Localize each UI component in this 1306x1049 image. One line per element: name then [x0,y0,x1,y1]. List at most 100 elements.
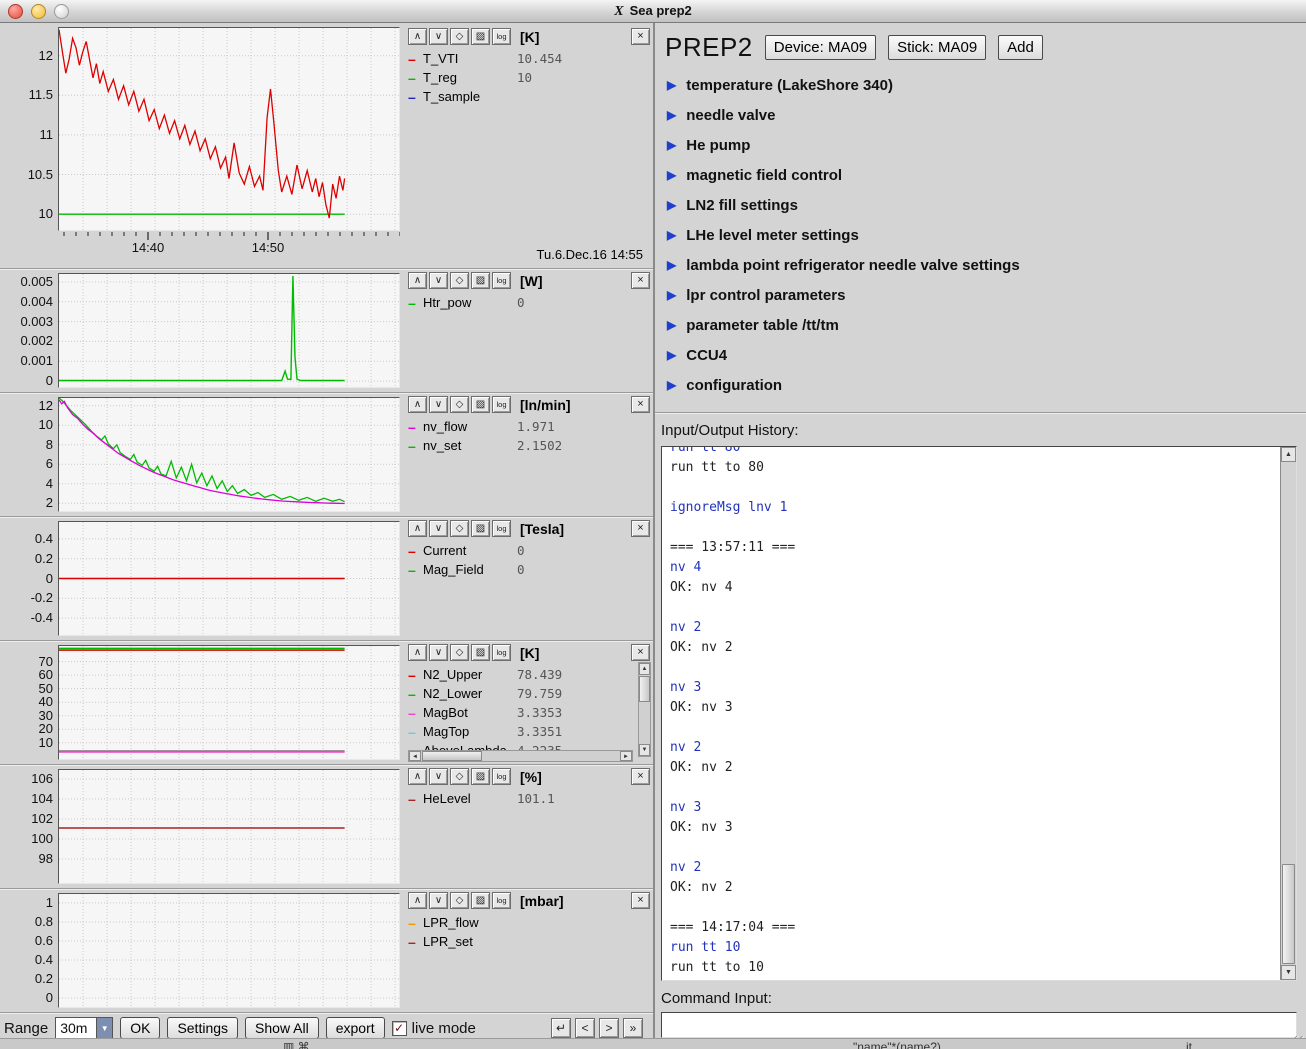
command-input[interactable] [662,1013,1296,1037]
step-forward-button[interactable]: > [599,1018,619,1038]
grid-options-button[interactable]: ▨ [471,768,490,785]
export-button[interactable]: export [326,1017,385,1039]
y-tick-label: 0.6 [35,933,53,948]
scrollbar-track[interactable] [421,751,620,761]
autoscale-button[interactable]: ◇ [450,272,469,289]
autoscale-button[interactable]: ◇ [450,396,469,413]
plot-area-lpr[interactable] [58,893,400,1008]
scrollbar-thumb[interactable] [1282,864,1295,964]
legend-scrollbar-horizontal[interactable]: ◄► [408,750,633,762]
plot-area-heater[interactable] [58,273,400,388]
jump-to-now-button[interactable]: ↵ [551,1018,571,1038]
legend-scrollbar-vertical[interactable]: ▲▼ [638,662,651,757]
add-button[interactable]: Add [998,35,1043,60]
scroll-up-arrow-icon[interactable]: ▲ [639,663,650,675]
plot-area-he-level[interactable] [58,769,400,884]
log-scale-button[interactable]: log [492,768,511,785]
scroll-up-button[interactable]: ∧ [408,892,427,909]
io-history-console[interactable]: run tt 80run tt to 80 ignoreMsg lnv 1 ==… [661,446,1297,981]
scroll-down-arrow-icon[interactable]: ▼ [1281,965,1296,980]
log-scale-button[interactable]: log [492,644,511,661]
tree-item-he-pump[interactable]: ▶He pump [667,130,1306,160]
scrollbar-thumb[interactable] [639,676,650,702]
plot-area-needle-valve[interactable] [58,397,400,512]
scrollbar-thumb[interactable] [422,751,482,761]
series-name: nv_flow [423,419,517,434]
scroll-down-arrow-icon[interactable]: ▼ [639,744,650,756]
chart-close-button[interactable]: × [631,520,650,537]
device-button[interactable]: Device: MA09 [765,35,876,60]
tree-item-ccu4[interactable]: ▶CCU4 [667,340,1306,370]
step-back-button[interactable]: < [575,1018,595,1038]
chevron-down-icon[interactable]: ▼ [96,1018,112,1038]
window-close-button[interactable] [8,4,23,19]
stick-button[interactable]: Stick: MA09 [888,35,986,60]
live-mode-checkbox[interactable]: ✓ [392,1021,407,1036]
console-line: OK: nv 4 [670,578,1280,598]
grid-options-button[interactable]: ▨ [471,892,490,909]
tree-item-lpr-control-parameters[interactable]: ▶lpr control parameters [667,280,1306,310]
scrollbar-track[interactable] [1281,462,1296,965]
log-scale-button[interactable]: log [492,520,511,537]
jump-to-end-button[interactable]: » [623,1018,643,1038]
tree-item-configuration[interactable]: ▶configuration [667,370,1306,400]
scroll-down-button[interactable]: ∨ [429,644,448,661]
grid-options-button[interactable]: ▨ [471,272,490,289]
scroll-up-button[interactable]: ∧ [408,520,427,537]
log-scale-button[interactable]: log [492,272,511,289]
scroll-left-arrow-icon[interactable]: ◄ [409,751,421,761]
window-zoom-button[interactable] [54,4,69,19]
tree-item-parameter-table-tt-tm[interactable]: ▶parameter table /tt/tm [667,310,1306,340]
scroll-down-button[interactable]: ∨ [429,520,448,537]
scrollbar-track[interactable] [639,675,650,744]
tree-item-temperature-lakeshore-340[interactable]: ▶temperature (LakeShore 340) [667,70,1306,100]
show-all-button[interactable]: Show All [245,1017,319,1039]
scroll-right-arrow-icon[interactable]: ► [620,751,632,761]
tree-item-lambda-point-refrigerator-needle-valve-settings[interactable]: ▶lambda point refrigerator needle valve … [667,250,1306,280]
plot-area-temperature[interactable] [58,27,400,231]
chart-close-button[interactable]: × [631,396,650,413]
grid-options-button[interactable]: ▨ [471,644,490,661]
tree-item-needle-valve[interactable]: ▶needle valve [667,100,1306,130]
autoscale-button[interactable]: ◇ [450,28,469,45]
chart-close-button[interactable]: × [631,28,650,45]
scroll-up-button[interactable]: ∧ [408,28,427,45]
grid-options-button[interactable]: ▨ [471,396,490,413]
scroll-up-arrow-icon[interactable]: ▲ [1281,447,1296,462]
scroll-up-button[interactable]: ∧ [408,644,427,661]
grid-options-button[interactable]: ▨ [471,520,490,537]
tree-item-ln2-fill-settings[interactable]: ▶LN2 fill settings [667,190,1306,220]
console-line: run tt 10 [670,938,1280,958]
scroll-down-button[interactable]: ∨ [429,892,448,909]
window-minimize-button[interactable] [31,4,46,19]
y-tick-label: 1 [46,895,53,910]
chart-close-button[interactable]: × [631,892,650,909]
plot-area-cryo-temps[interactable] [58,645,400,760]
console-scrollbar[interactable]: ▲▼ [1280,447,1296,980]
autoscale-button[interactable]: ◇ [450,768,469,785]
scroll-up-button[interactable]: ∧ [408,396,427,413]
grid-options-button[interactable]: ▨ [471,28,490,45]
autoscale-button[interactable]: ◇ [450,520,469,537]
tree-item-lhe-level-meter-settings[interactable]: ▶LHe level meter settings [667,220,1306,250]
chart-close-button[interactable]: × [631,272,650,289]
tree-item-label: configuration [686,377,782,394]
tree-item-magnetic-field-control[interactable]: ▶magnetic field control [667,160,1306,190]
plot-area-magnet[interactable] [58,521,400,636]
chart-close-button[interactable]: × [631,768,650,785]
range-select[interactable]: 30m ▼ [55,1017,113,1039]
scroll-up-button[interactable]: ∧ [408,768,427,785]
scroll-down-button[interactable]: ∨ [429,272,448,289]
settings-button[interactable]: Settings [167,1017,238,1039]
scroll-up-button[interactable]: ∧ [408,272,427,289]
scroll-down-button[interactable]: ∨ [429,28,448,45]
scroll-down-button[interactable]: ∨ [429,396,448,413]
log-scale-button[interactable]: log [492,396,511,413]
autoscale-button[interactable]: ◇ [450,644,469,661]
log-scale-button[interactable]: log [492,28,511,45]
scroll-down-button[interactable]: ∨ [429,768,448,785]
ok-button[interactable]: OK [120,1017,160,1039]
chart-close-button[interactable]: × [631,644,650,661]
log-scale-button[interactable]: log [492,892,511,909]
autoscale-button[interactable]: ◇ [450,892,469,909]
